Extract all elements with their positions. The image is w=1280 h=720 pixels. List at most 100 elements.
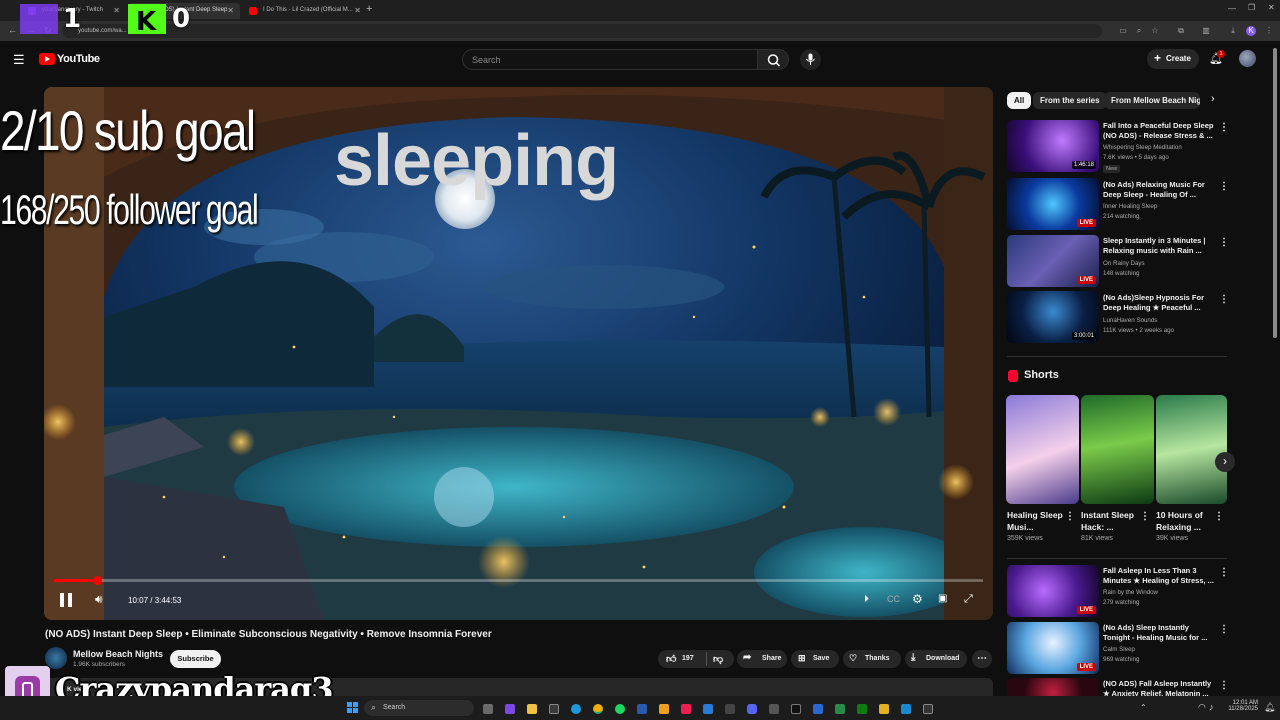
rec-title[interactable]: Sleep Instantly in 3 Minutes | Relaxing … — [1103, 236, 1215, 256]
download-button[interactable]: ⤓ Download — [905, 650, 967, 668]
shorts-next-button[interactable]: › — [1215, 452, 1235, 472]
taskbar-search[interactable]: ⌕ Search — [364, 700, 474, 716]
clock[interactable]: 12:01 AM 11/28/2025 — [1224, 700, 1258, 712]
rec-channel[interactable]: Whispering Sleep Meditation — [1103, 143, 1215, 153]
close-window-button[interactable]: ✕ — [1268, 3, 1275, 12]
youtube-logo-text[interactable]: YouTube — [57, 53, 100, 65]
bookmark-star-icon[interactable]: ☆ — [1150, 26, 1160, 36]
xbox-icon[interactable] — [857, 704, 867, 714]
dislike-thumb-icon[interactable]: 👎︎ — [713, 653, 723, 665]
short-title[interactable]: Instant Sleep Hack: ... — [1081, 509, 1139, 533]
rec-thumbnail[interactable]: LIVE — [1007, 235, 1099, 287]
chip-from-series[interactable]: From the series — [1033, 92, 1107, 109]
copilot-icon[interactable] — [505, 704, 515, 714]
windows-start-icon[interactable] — [347, 702, 358, 713]
more-options-icon[interactable]: ⋮ — [1214, 511, 1224, 522]
short-title[interactable]: Healing Sleep Musi... — [1007, 509, 1065, 533]
edge-icon[interactable] — [571, 704, 581, 714]
share-button[interactable]: ➦ Share — [737, 650, 787, 668]
subscribe-button[interactable]: Subscribe — [170, 650, 221, 668]
more-options-icon[interactable]: ⋮ — [1065, 511, 1075, 522]
settings-gear-icon[interactable]: ⚙ — [912, 592, 923, 606]
sidepanel-icon[interactable]: ▥ — [1201, 26, 1211, 36]
rec-channel[interactable]: Calm Sleep — [1103, 645, 1215, 655]
rec-thumbnail[interactable]: LIVE — [1007, 622, 1099, 674]
voice-search-button[interactable] — [800, 49, 821, 70]
task-view-icon[interactable] — [483, 704, 493, 714]
more-options-icon[interactable]: ⋮ — [1140, 511, 1150, 522]
maximize-button[interactable]: ❐ — [1248, 3, 1255, 12]
rec-channel[interactable]: Rain by the Window — [1103, 588, 1215, 598]
app-icon[interactable] — [637, 704, 647, 714]
app-icon[interactable] — [659, 704, 669, 714]
rec-thumbnail[interactable] — [1007, 678, 1099, 696]
pause-icon[interactable] — [60, 593, 72, 607]
short-thumbnail[interactable] — [1006, 395, 1079, 504]
rec-channel[interactable]: LunaHaven Sounds — [1103, 316, 1215, 326]
captions-icon[interactable]: CC — [887, 594, 900, 604]
more-options-icon[interactable]: ⋮ — [1219, 122, 1229, 133]
close-icon[interactable]: ✕ — [113, 6, 120, 15]
like-thumb-icon[interactable]: 👍︎ — [666, 653, 676, 665]
tiktok-icon[interactable] — [681, 704, 691, 714]
rec-title[interactable]: (No Ads)Sleep Hypnosis For Deep Healing … — [1103, 293, 1215, 313]
extensions-icon[interactable]: ⧉ — [1176, 26, 1186, 36]
close-icon[interactable]: ✕ — [227, 6, 234, 15]
autoplay-toggle-icon[interactable]: ⏵ — [864, 594, 869, 605]
rec-thumbnail[interactable]: LIVE — [1007, 565, 1099, 617]
new-tab-button[interactable]: + — [366, 3, 372, 15]
spotify-icon[interactable] — [615, 704, 625, 714]
more-options-icon[interactable]: ⋮ — [1219, 181, 1229, 192]
app-icon[interactable] — [835, 704, 845, 714]
search-button[interactable] — [757, 49, 789, 70]
like-count[interactable]: 197 — [682, 655, 694, 662]
rec-title[interactable]: (No Ads) Sleep Instantly Tonight - Heali… — [1103, 623, 1215, 643]
close-icon[interactable]: ✕ — [354, 6, 361, 15]
profile-icon[interactable]: K — [1246, 26, 1256, 36]
chrome-icon[interactable] — [593, 704, 603, 714]
fullscreen-icon[interactable]: ⤢ — [964, 593, 973, 606]
hamburger-menu-icon[interactable]: ☰ — [13, 52, 25, 68]
channel-name[interactable]: Mellow Beach Nights — [73, 649, 163, 659]
chip-all[interactable]: All — [1007, 92, 1032, 109]
rec-channel[interactable]: Inner Healing Sleep — [1103, 202, 1215, 212]
app-icon[interactable] — [769, 704, 779, 714]
rec-title[interactable]: Fall Into a Peaceful Deep Sleep (NO ADS)… — [1103, 121, 1215, 141]
discord-icon[interactable] — [747, 704, 757, 714]
chip-from-channel[interactable]: From Mellow Beach Nigh — [1104, 92, 1200, 109]
app-icon[interactable] — [879, 704, 889, 714]
wifi-icon[interactable]: ◠ — [1198, 702, 1206, 713]
save-button[interactable]: ⊞ Save — [791, 650, 839, 668]
seek-scrubber[interactable] — [92, 576, 102, 585]
more-options-icon[interactable]: ⋮ — [1219, 680, 1229, 691]
more-actions-icon[interactable]: ⋯ — [972, 650, 992, 668]
miniplayer-icon[interactable]: ▣ — [938, 593, 947, 604]
url-field[interactable]: youtube.com/wa... — [62, 24, 1102, 38]
menu-icon[interactable]: ⋮ — [1264, 26, 1274, 36]
download-icon[interactable]: ⤓ — [1228, 26, 1238, 36]
volume-tray-icon[interactable]: ♪ — [1209, 702, 1214, 712]
app-icon[interactable] — [813, 704, 823, 714]
file-explorer-icon[interactable] — [527, 704, 537, 714]
short-thumbnail[interactable] — [1081, 395, 1154, 504]
back-icon[interactable]: ← — [8, 25, 17, 35]
seek-bar[interactable] — [54, 576, 983, 585]
cast-icon[interactable]: ▭ — [1118, 26, 1128, 36]
more-options-icon[interactable]: ⋮ — [1219, 567, 1229, 578]
rec-channel[interactable]: On Rainy Days — [1103, 259, 1215, 269]
rec-thumbnail[interactable]: 1:46:18 — [1007, 120, 1099, 172]
zoom-icon[interactable]: ⌕ — [1134, 26, 1144, 36]
rec-title[interactable]: Fall Asleep In Less Than 3 Minutes ★ Hea… — [1103, 566, 1215, 586]
thanks-button[interactable]: ♡ Thanks — [843, 650, 901, 668]
minimize-button[interactable]: — — [1228, 4, 1236, 13]
rec-thumbnail[interactable]: 3:00:01 — [1007, 291, 1099, 343]
notification-center-icon[interactable]: 🔔︎ — [1264, 702, 1275, 713]
app-icon[interactable] — [725, 704, 735, 714]
app-icon[interactable] — [703, 704, 713, 714]
short-thumbnail[interactable] — [1156, 395, 1227, 504]
app-icon[interactable] — [791, 704, 801, 714]
tab-lil-crazed[interactable]: I Do This - Lil Crazed (Official M... ✕ — [243, 3, 367, 19]
store-icon[interactable] — [549, 704, 559, 714]
chevron-right-icon[interactable]: › — [1211, 93, 1215, 105]
rec-title[interactable]: (No Ads) Relaxing Music For Deep Sleep -… — [1103, 180, 1215, 200]
